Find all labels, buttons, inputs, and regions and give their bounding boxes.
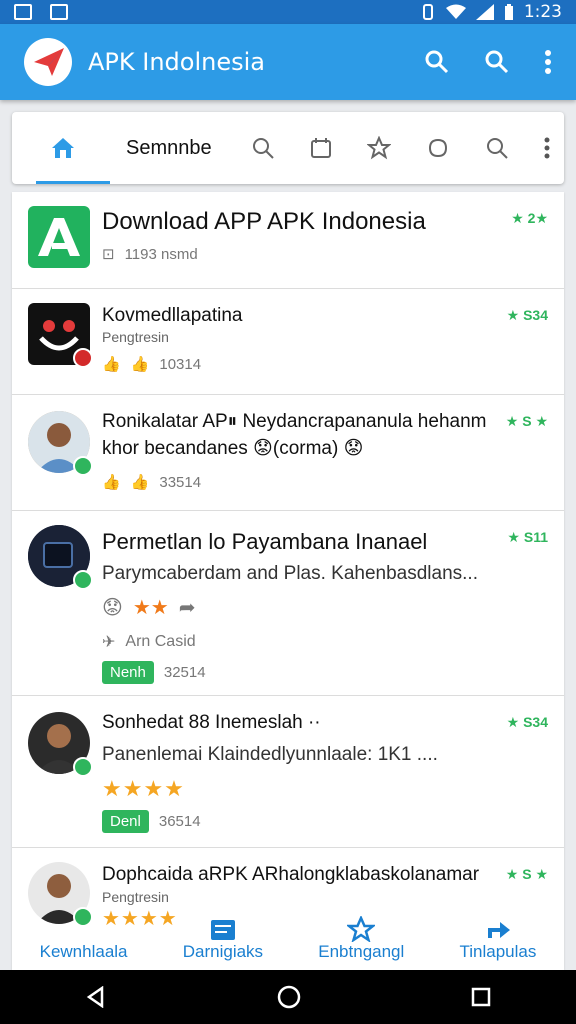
signal-icon — [475, 4, 494, 20]
list-item[interactable]: Ronikalatar AP⏸ Neydancrapananula hehanm… — [12, 395, 564, 511]
nav-label: Enbtngangl — [318, 942, 405, 961]
reactions: 😟 ★★ ➦ — [102, 595, 195, 620]
battery-icon — [504, 4, 513, 20]
app-name: Permetlan lo Payambana Inanael — [102, 529, 428, 554]
app-logo — [24, 38, 72, 86]
wifi-icon — [445, 4, 466, 19]
tab-home[interactable] — [36, 112, 110, 184]
app-icon — [28, 206, 90, 268]
gallery-notification-icon — [14, 4, 32, 20]
emoji-icon: 😟 — [102, 597, 123, 619]
app-tag: Arn Casid — [125, 633, 196, 650]
search-icon[interactable] — [485, 136, 509, 160]
app-rating: ★ S ★ — [505, 413, 548, 429]
share-icon — [487, 922, 510, 938]
tab-label[interactable]: Semnnbe — [126, 137, 212, 160]
download-count: 33514 — [159, 473, 202, 491]
list-item[interactable]: Kovmedllapatina Pengtresin 👍 👍 10314 ★ S… — [12, 289, 564, 395]
pin-icon: ✈ — [102, 634, 116, 651]
status-badge[interactable]: Denl — [102, 810, 149, 833]
app-list: Download APP APK Indonesia ⊡ 1193 nsmd ★… — [12, 192, 564, 970]
verified-badge-icon — [73, 570, 93, 590]
bottom-navigation: Kewnhlaala Darnigiaks Enbtngangl Tinlapu… — [12, 908, 564, 970]
download-icon: ⊡ — [102, 246, 115, 263]
home-icon — [52, 138, 74, 158]
app-notification-icon — [50, 4, 68, 20]
app-name-line2: khor becandanes 😟(corma) 😟 — [102, 438, 364, 459]
app-description: Parymcaberdam and Plas. Kahenbasdlans... — [102, 563, 478, 584]
like-icon[interactable]: 👍 — [131, 473, 150, 491]
app-name: Download APP APK Indonesia — [102, 208, 426, 235]
download-count: 36514 — [158, 813, 201, 830]
system-navigation-bar — [0, 970, 576, 1024]
app-rating: ★ 2★ — [511, 210, 548, 226]
app-rating: ★ S34 — [506, 307, 548, 323]
star-icon: ★★ — [132, 597, 169, 619]
status-bar: 1:23 — [0, 0, 576, 24]
star-icon[interactable] — [367, 136, 391, 160]
thumbs-up-icon[interactable]: 👍 — [102, 473, 121, 491]
clock: 1:23 — [523, 2, 562, 22]
thumbs-up-icon[interactable]: 👍 — [102, 355, 121, 373]
search-icon[interactable] — [251, 136, 275, 160]
app-category: Pengtresin — [102, 889, 169, 905]
avatar — [28, 411, 93, 476]
calendar-icon[interactable] — [310, 137, 332, 159]
list-item[interactable]: Permetlan lo Payambana Inanael Parymcabe… — [12, 511, 564, 696]
overflow-menu-icon[interactable] — [544, 49, 552, 75]
like-icon[interactable]: 👍 — [131, 355, 150, 373]
list-icon — [210, 920, 235, 940]
list-item[interactable]: Sonhedat 88 Inemeslah ·· Panenlemai Klai… — [12, 696, 564, 848]
recent-apps-icon[interactable] — [471, 987, 491, 1007]
app-bar: APK Indolnesia — [0, 24, 576, 100]
app-name: Sonhedat 88 Inemeslah ·· — [102, 712, 321, 733]
list-item[interactable]: Download APP APK Indonesia ⊡ 1193 nsmd ★… — [12, 192, 564, 289]
app-size: 1193 nsmd — [124, 245, 198, 263]
star-icon — [347, 916, 376, 942]
verified-badge-icon — [73, 757, 93, 777]
app-rating: ★ S ★ — [505, 866, 548, 882]
vibrate-icon — [422, 4, 433, 20]
download-count: 10314 — [159, 355, 202, 373]
avatar — [28, 712, 93, 777]
nav-label: Tinlapulas — [459, 942, 537, 961]
overflow-menu-icon[interactable] — [544, 137, 550, 159]
share-icon[interactable]: ➦ — [179, 595, 196, 620]
app-title: APK Indolnesia — [88, 48, 265, 76]
back-icon[interactable] — [85, 986, 107, 1008]
badge-icon — [73, 348, 93, 368]
avatar — [28, 525, 93, 590]
app-name: Dophcaida aRPK ARhalongklabaskolanamar — [102, 864, 480, 885]
search-icon[interactable] — [424, 49, 450, 75]
app-category: Pengtresin — [102, 329, 169, 345]
app-name: Kovmedllapatina — [102, 305, 243, 326]
nav-tinlapulas[interactable]: Tinlapulas — [459, 916, 537, 962]
verified-badge-icon — [73, 456, 93, 476]
app-name-line1: Ronikalatar AP⏸ Neydancrapananula hehanm — [102, 411, 487, 432]
status-badge[interactable]: Nenh — [102, 661, 154, 684]
star-rating: ★★★★ — [102, 776, 185, 801]
tab-bar: Semnnbe — [12, 112, 564, 184]
app-rating: ★ S11 — [507, 529, 548, 545]
home-icon[interactable] — [277, 985, 301, 1009]
nav-enbtngangl[interactable]: Enbtngangl — [318, 916, 404, 962]
nav-kewnhlaala[interactable]: Kewnhlaala — [40, 942, 128, 962]
app-icon — [28, 303, 93, 368]
tag-icon[interactable] — [426, 136, 450, 160]
nav-label: Kewnhlaala — [39, 942, 128, 961]
search-icon[interactable] — [484, 49, 510, 75]
app-rating: ★ S34 — [506, 714, 548, 730]
download-count: 32514 — [163, 664, 206, 681]
app-description: Panenlemai Klaindedlyunnlaale: 1K1 .... — [102, 744, 438, 765]
nav-label: Darnigiaks — [182, 942, 264, 961]
nav-darnigiaks[interactable]: Darnigiaks — [183, 918, 263, 962]
